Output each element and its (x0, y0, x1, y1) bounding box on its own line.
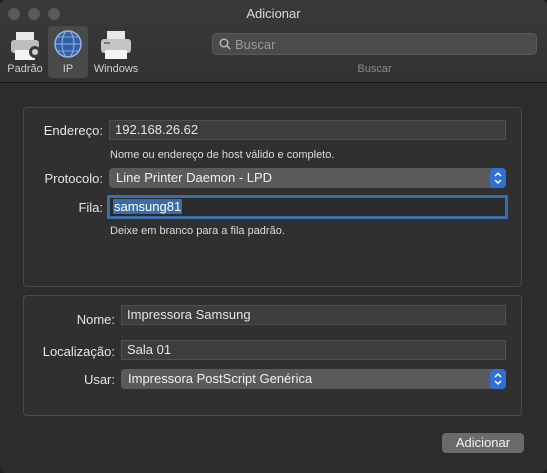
toolbar-item-default[interactable]: Padrão (4, 26, 46, 78)
address-hint: Nome ou endereço de host válido e comple… (110, 149, 335, 161)
toolbar-item-label: Windows (93, 63, 139, 75)
address-field[interactable]: 192.168.26.62 (109, 120, 506, 140)
protocol-value: Line Printer Daemon - LPD (116, 170, 273, 185)
search-caption: Buscar (357, 63, 392, 75)
toolbar-item-label: Padrão (7, 63, 43, 75)
queue-hint: Deixe em branco para a fila padrão. (110, 225, 285, 237)
protocol-label: Protocolo: (44, 171, 103, 186)
address-label: Endereço: (43, 123, 103, 138)
use-value: Impressora PostScript Genérica (128, 371, 313, 386)
popup-arrows-icon (490, 168, 506, 188)
toolbar-item-label: IP (62, 63, 74, 75)
toolbar-item-ip[interactable]: IP (48, 26, 88, 78)
search-field[interactable] (212, 33, 537, 55)
search-input[interactable] (235, 35, 525, 53)
toolbar-item-windows[interactable]: Windows (90, 26, 142, 78)
name-label: Nome: (76, 312, 115, 327)
window-title: Adicionar (246, 6, 301, 21)
name-field[interactable]: Impressora Samsung (121, 305, 506, 325)
default-printer-icon (11, 32, 41, 60)
add-printer-window: Adicionar Padrão IP Windows Buscar Busca… (0, 0, 547, 473)
toolbar: Adicionar Padrão IP Windows Buscar Busca… (0, 0, 547, 83)
location-label: Localização: (42, 344, 115, 359)
protocol-popup[interactable]: Line Printer Daemon - LPD (109, 168, 506, 188)
location-field[interactable]: Sala 01 (121, 340, 506, 360)
use-label: Usar: (83, 372, 115, 387)
windows-printer-icon (101, 31, 131, 59)
popup-arrows-icon (490, 369, 506, 389)
search-icon (219, 38, 231, 50)
queue-label: Fila: (78, 200, 103, 215)
use-driver-popup[interactable]: Impressora PostScript Genérica (121, 369, 506, 389)
queue-field[interactable]: samsung81 (107, 195, 508, 219)
ip-globe-icon (54, 30, 82, 58)
add-button[interactable]: Adicionar (442, 433, 524, 453)
queue-value: samsung81 (113, 199, 183, 214)
